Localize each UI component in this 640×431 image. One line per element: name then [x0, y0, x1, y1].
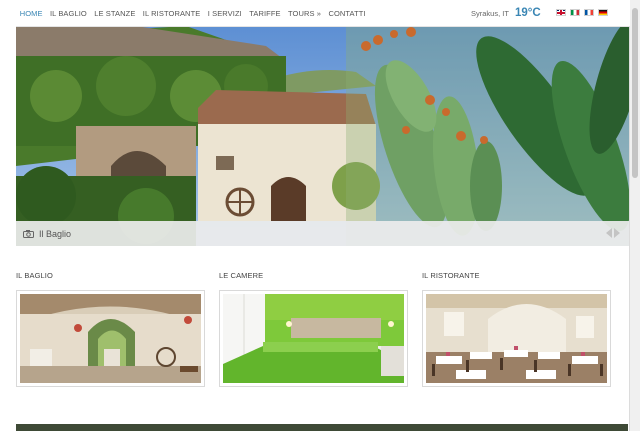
nav-item-home[interactable]: HOME	[16, 0, 46, 26]
nav-item-il-baglio[interactable]: IL BAGLIO	[46, 0, 90, 26]
scrollbar-thumb[interactable]	[632, 8, 638, 178]
weather-widget: Syrakus, IT 19°C	[471, 0, 541, 26]
il-ristorante-image	[426, 294, 607, 383]
nav-item-i-servizi[interactable]: I SERVIZI	[204, 0, 245, 26]
slide-caption-bar: Il Baglio	[16, 221, 630, 246]
nav-item-tariffe[interactable]: TARIFFE	[246, 0, 285, 26]
next-slide-icon[interactable]	[614, 228, 620, 238]
nav-item-le-stanze[interactable]: LE STANZE	[91, 0, 140, 26]
card-il-ristorante[interactable]	[422, 290, 611, 387]
uk-flag-icon[interactable]	[556, 9, 566, 16]
main-menu: HOME IL BAGLIO LE STANZE IL RISTORANTE I…	[16, 0, 369, 26]
germany-flag-icon[interactable]	[598, 9, 608, 16]
prev-slide-icon[interactable]	[606, 228, 612, 238]
card-il-baglio[interactable]	[16, 290, 205, 387]
nav-item-contatti[interactable]: CONTATTI	[325, 0, 370, 26]
weather-city: Syrakus, IT	[471, 8, 509, 18]
card-le-camere[interactable]	[219, 290, 408, 387]
hero-slideshow[interactable]: Il Baglio	[16, 26, 630, 246]
section-title-il-baglio[interactable]: IL BAGLIO	[16, 271, 53, 280]
france-flag-icon[interactable]	[584, 9, 594, 16]
page-scrollbar[interactable]	[629, 0, 640, 431]
top-navigation-bar: HOME IL BAGLIO LE STANZE IL RISTORANTE I…	[16, 0, 630, 27]
il-baglio-image	[20, 294, 201, 383]
language-switcher	[556, 9, 608, 16]
hero-image	[16, 26, 630, 246]
le-camere-image	[223, 294, 404, 383]
next-section-image-strip	[16, 424, 628, 431]
section-title-il-ristorante[interactable]: IL RISTORANTE	[422, 271, 480, 280]
slider-arrows	[606, 228, 620, 238]
weather-temperature: 19°C	[514, 7, 541, 19]
italy-flag-icon[interactable]	[570, 9, 580, 16]
nav-item-tours[interactable]: TOURS »	[284, 0, 324, 26]
camera-icon	[23, 229, 34, 238]
section-title-le-camere[interactable]: LE CAMERE	[219, 271, 263, 280]
nav-item-il-ristorante[interactable]: IL RISTORANTE	[139, 0, 204, 26]
slide-caption: Il Baglio	[39, 228, 72, 239]
